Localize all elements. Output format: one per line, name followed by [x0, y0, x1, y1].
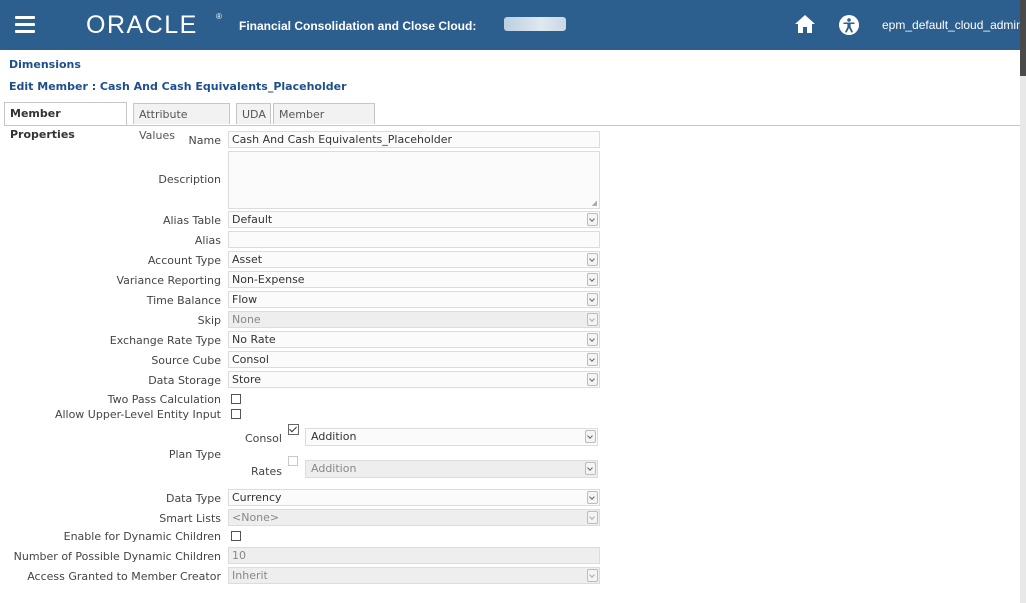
alias-field[interactable]	[228, 231, 600, 248]
time-balance-label: Time Balance	[146, 294, 221, 307]
home-icon[interactable]	[793, 13, 817, 35]
plan-type-rates-checkbox[interactable]	[288, 456, 298, 466]
variance-reporting-label: Variance Reporting	[116, 274, 222, 287]
app-title: Financial Consolidation and Close Cloud:	[239, 19, 477, 33]
tab-member-properties[interactable]: Member Properties	[4, 102, 127, 141]
chevron-down-icon[interactable]	[587, 353, 598, 366]
source-cube-label: Source Cube	[151, 354, 221, 367]
two-pass-calculation-checkbox[interactable]	[231, 394, 241, 404]
alias-table-select[interactable]: Default	[228, 211, 600, 228]
tab-bar: Member Properties Attribute Values UDA M…	[4, 102, 1020, 142]
redacted-instance-name	[504, 17, 566, 31]
skip-select: None	[228, 311, 600, 328]
plan-type-consol-select[interactable]: Addition	[305, 428, 598, 446]
source-cube-value: Consol	[232, 353, 269, 366]
chevron-down-icon	[587, 313, 598, 326]
access-granted-select: Inherit	[228, 567, 600, 584]
plan-type-label: Plan Type	[168, 448, 221, 461]
alias-table-value: Default	[232, 213, 273, 226]
user-menu[interactable]: epm_default_cloud_admin	[882, 18, 1020, 32]
hamburger-menu-icon[interactable]	[15, 16, 35, 34]
chevron-down-icon	[587, 511, 598, 524]
page-title: Edit Member : Cash And Cash Equivalents_…	[9, 80, 347, 93]
description-textarea[interactable]: ◢	[228, 151, 600, 209]
plan-type-consol-value: Addition	[311, 430, 357, 443]
tab-attribute-values[interactable]: Attribute Values	[133, 103, 230, 142]
possible-dynamic-children-label: Number of Possible Dynamic Children	[13, 550, 221, 563]
alias-label: Alias	[194, 234, 221, 247]
chevron-down-icon[interactable]	[587, 273, 598, 286]
data-type-select[interactable]: Currency	[228, 489, 600, 506]
smart-lists-value: <None>	[232, 511, 280, 524]
chevron-down-icon[interactable]	[587, 333, 598, 346]
tab-member-formula[interactable]: Member Formula	[273, 103, 375, 142]
registered-mark: ®	[216, 12, 222, 21]
plan-type-consol-label: Consol	[245, 432, 282, 445]
chevron-down-icon	[587, 569, 598, 582]
exchange-rate-type-select[interactable]: No Rate	[228, 331, 600, 348]
plan-type-consol-checkbox[interactable]	[288, 424, 299, 435]
name-field[interactable]: Cash And Cash Equivalents_Placeholder	[228, 131, 600, 148]
alias-table-label: Alias Table	[162, 214, 221, 227]
data-storage-label: Data Storage	[148, 374, 221, 387]
source-cube-select[interactable]: Consol	[228, 351, 600, 368]
page-scrollbar-thumb[interactable]	[1020, 0, 1026, 76]
time-balance-value: Flow	[232, 293, 258, 306]
upper-level-entity-input-checkbox[interactable]	[231, 409, 241, 419]
account-type-label: Account Type	[147, 254, 221, 267]
possible-dynamic-children-field: 10	[228, 547, 600, 564]
breadcrumb[interactable]: Dimensions	[9, 58, 81, 71]
app-header: ORACLE ® Financial Consolidation and Clo…	[0, 0, 1020, 50]
upper-level-entity-input-label: Allow Upper-Level Entity Input	[54, 408, 221, 421]
access-granted-value: Inherit	[232, 569, 268, 582]
two-pass-calculation-label: Two Pass Calculation	[107, 393, 221, 406]
chevron-down-icon[interactable]	[587, 293, 598, 306]
plan-type-rates-label: Rates	[251, 465, 282, 478]
chevron-down-icon[interactable]	[587, 213, 598, 226]
skip-label: Skip	[197, 314, 221, 327]
chevron-down-icon[interactable]	[587, 373, 598, 386]
dynamic-children-label: Enable for Dynamic Children	[63, 530, 221, 543]
smart-lists-label: Smart Lists	[159, 512, 221, 525]
data-type-value: Currency	[232, 491, 282, 504]
account-type-value: Asset	[232, 253, 263, 266]
resize-grip-icon[interactable]: ◢	[592, 199, 597, 207]
variance-reporting-value: Non-Expense	[232, 273, 305, 286]
account-type-select[interactable]: Asset	[228, 251, 600, 268]
chevron-down-icon[interactable]	[587, 253, 598, 266]
description-label: Description	[158, 173, 221, 186]
plan-type-rates-select: Addition	[305, 460, 598, 478]
chevron-down-icon[interactable]	[585, 430, 596, 443]
exchange-rate-type-label: Exchange Rate Type	[109, 334, 221, 347]
exchange-rate-type-value: No Rate	[232, 333, 276, 346]
tab-uda[interactable]: UDA	[236, 103, 271, 124]
chevron-down-icon[interactable]	[587, 491, 598, 504]
dynamic-children-checkbox[interactable]	[231, 531, 241, 541]
smart-lists-select: <None>	[228, 509, 600, 526]
name-label: Name	[188, 134, 221, 147]
chevron-down-icon	[585, 462, 596, 475]
access-granted-label: Access Granted to Member Creator	[27, 570, 221, 583]
plan-type-rates-value: Addition	[311, 462, 357, 475]
variance-reporting-select[interactable]: Non-Expense	[228, 271, 600, 288]
page-scrollbar-track[interactable]	[1020, 0, 1026, 603]
accessibility-icon[interactable]	[838, 14, 860, 36]
data-storage-select[interactable]: Store	[228, 371, 600, 388]
time-balance-select[interactable]: Flow	[228, 291, 600, 308]
skip-value: None	[232, 313, 261, 326]
data-type-label: Data Type	[165, 492, 221, 505]
oracle-logo: ORACLE	[86, 11, 198, 39]
data-storage-value: Store	[232, 373, 262, 386]
